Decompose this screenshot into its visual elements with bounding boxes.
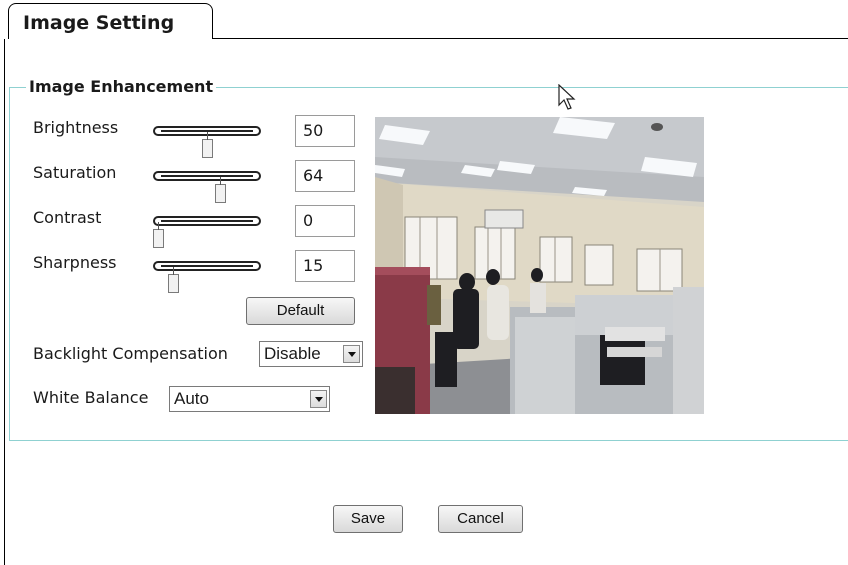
cancel-button[interactable]: Cancel: [438, 505, 523, 533]
sharpness-label: Sharpness: [33, 253, 117, 272]
tab-image-setting[interactable]: Image Setting: [8, 3, 213, 39]
saturation-slider[interactable]: [153, 171, 261, 181]
saturation-label: Saturation: [33, 163, 117, 182]
brightness-slider-thumb[interactable]: [201, 132, 213, 158]
white-balance-selected-value: Auto: [174, 389, 209, 408]
white-balance-label: White Balance: [33, 388, 149, 407]
white-balance-select[interactable]: Auto: [169, 386, 330, 412]
sharpness-value-input[interactable]: 15: [295, 250, 355, 282]
image-enhancement-legend: Image Enhancement: [26, 77, 217, 96]
camera-preview-image: [375, 117, 704, 414]
mouse-pointer-icon: [558, 84, 576, 110]
brightness-label: Brightness: [33, 118, 119, 137]
sharpness-slider-thumb[interactable]: [167, 267, 179, 293]
saturation-value-input[interactable]: 64: [295, 160, 355, 192]
sharpness-slider[interactable]: [153, 261, 261, 271]
chevron-down-icon[interactable]: [343, 345, 360, 363]
contrast-slider-thumb[interactable]: [153, 222, 164, 248]
default-button[interactable]: Default: [246, 297, 355, 325]
contrast-value-input[interactable]: 0: [295, 205, 355, 237]
tab-title: Image Setting: [23, 12, 175, 34]
panel-left-border: [4, 39, 5, 565]
saturation-slider-thumb[interactable]: [215, 177, 227, 203]
backlight-label: Backlight Compensation: [33, 344, 228, 363]
brightness-value-input[interactable]: 50: [295, 115, 355, 147]
backlight-select[interactable]: Disable: [259, 341, 363, 367]
backlight-selected-value: Disable: [264, 344, 321, 363]
chevron-down-icon[interactable]: [310, 390, 327, 408]
save-button[interactable]: Save: [333, 505, 403, 533]
contrast-label: Contrast: [33, 208, 102, 227]
contrast-slider[interactable]: [153, 216, 261, 226]
tab-baseline: [212, 38, 848, 39]
